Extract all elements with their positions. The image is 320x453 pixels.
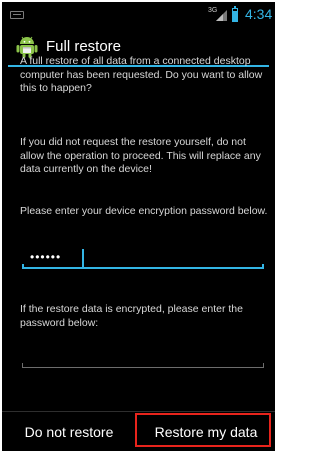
restore-warning-message: If you did not request the restore yours… [20, 136, 261, 175]
status-clock: 4:34 [245, 6, 273, 22]
dialog-title: Full restore [46, 38, 122, 55]
device-password-underline [22, 264, 264, 269]
phone-frame: 3G 4:34 Full restore A full restore of a… [0, 0, 277, 453]
status-bar: 3G 4:34 [2, 2, 275, 28]
device-password-prompt: Please enter your device encryption pass… [20, 205, 268, 217]
screen: 3G 4:34 Full restore A full restore of a… [2, 2, 275, 451]
encryption-password-underline [22, 363, 264, 368]
keyboard-icon [10, 11, 24, 19]
signal-icon [216, 10, 227, 21]
encryption-password-prompt: If the restore data is encrypted, please… [20, 303, 243, 329]
password-mask: •••••• [30, 250, 62, 264]
battery-icon [232, 6, 238, 22]
restore-my-data-button[interactable]: Restore my data [137, 412, 275, 451]
do-not-restore-button[interactable]: Do not restore [2, 412, 136, 451]
restore-request-message: A full restore of all data from a connec… [20, 55, 263, 94]
